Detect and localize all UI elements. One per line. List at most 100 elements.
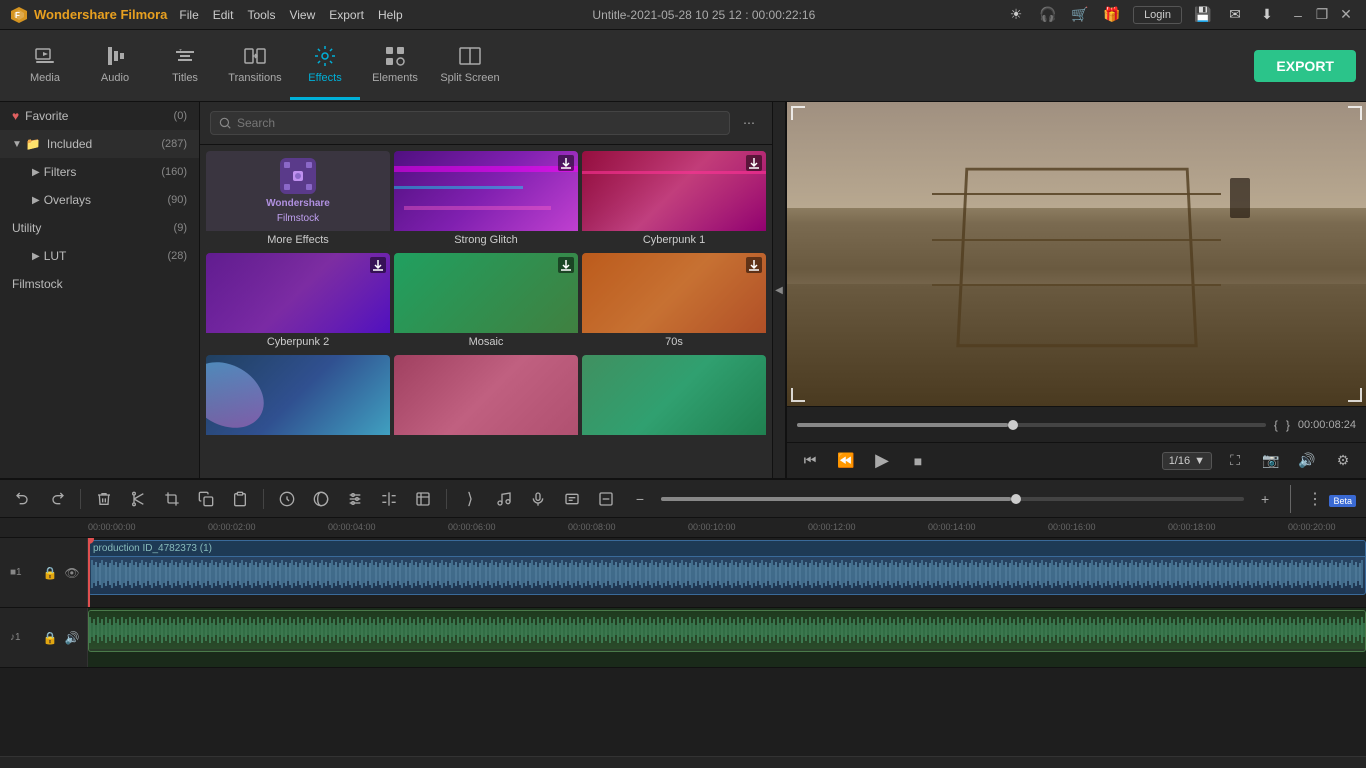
filters-arrow-icon: ▶ bbox=[32, 167, 40, 178]
toolbar-media[interactable]: Media bbox=[10, 32, 80, 100]
zoom-in-button[interactable]: + bbox=[1252, 486, 1278, 512]
menu-file[interactable]: File bbox=[179, 8, 198, 22]
toolbar-elements[interactable]: Elements bbox=[360, 32, 430, 100]
subtitle-button[interactable] bbox=[593, 486, 619, 512]
prev-frame-button[interactable]: ⏮ bbox=[797, 448, 823, 474]
toolbar-audio-label: Audio bbox=[101, 72, 129, 84]
effect-card-strong-glitch[interactable]: Strong Glitch bbox=[394, 151, 578, 249]
effect-card-70s[interactable]: 70s bbox=[582, 253, 766, 351]
toolbar-transitions[interactable]: Transitions bbox=[220, 32, 290, 100]
video-clip[interactable]: production ID_4782373 (1) bbox=[88, 540, 1366, 595]
preview-video bbox=[787, 102, 1366, 406]
redo-button[interactable] bbox=[44, 486, 70, 512]
download-icon[interactable]: ⬇ bbox=[1256, 4, 1278, 26]
speed-button[interactable] bbox=[274, 486, 300, 512]
zoom-out-button[interactable]: − bbox=[627, 486, 653, 512]
preview-progress-fill bbox=[797, 423, 1008, 427]
gift-icon[interactable]: 🎁 bbox=[1101, 4, 1123, 26]
strong-glitch-label: Strong Glitch bbox=[394, 231, 578, 249]
panel-lut[interactable]: ▶ LUT (28) bbox=[0, 242, 199, 270]
rewind-button[interactable]: ⏪ bbox=[833, 448, 859, 474]
grid-options-button[interactable]: ⋯ bbox=[736, 110, 762, 136]
headphone-icon[interactable]: 🎧 bbox=[1037, 4, 1059, 26]
zoom-slider[interactable] bbox=[661, 497, 1244, 501]
trim-button[interactable] bbox=[410, 486, 436, 512]
ruler-mark-8: 00:00:16:00 bbox=[1048, 522, 1096, 532]
color-button[interactable] bbox=[308, 486, 334, 512]
stop-button[interactable]: ■ bbox=[905, 448, 931, 474]
filters-label: Filters bbox=[44, 165, 77, 179]
toolbar-splitscreen[interactable]: Split Screen bbox=[430, 32, 510, 100]
transition-button[interactable]: ⟩ bbox=[457, 486, 483, 512]
play-button[interactable]: ▶ bbox=[869, 448, 895, 474]
message-icon[interactable]: ✉ bbox=[1224, 4, 1246, 26]
text-track-button[interactable] bbox=[559, 486, 585, 512]
toolbar-audio[interactable]: Audio bbox=[80, 32, 150, 100]
split-button[interactable] bbox=[376, 486, 402, 512]
beta-feature-button[interactable]: ⋮ Beta bbox=[1307, 489, 1356, 509]
search-input[interactable] bbox=[210, 111, 730, 135]
panel-filmstock[interactable]: Filmstock bbox=[0, 270, 199, 298]
toolbar-effects[interactable]: Effects bbox=[290, 32, 360, 100]
left-panel: ♥ Favorite (0) ▼ 📁 Included (287) ▶ Filt… bbox=[0, 102, 200, 478]
audio-waveform bbox=[89, 611, 1365, 649]
cut-button[interactable] bbox=[125, 486, 151, 512]
effect-card-more-effects[interactable]: Wondershare Filmstock More Effects bbox=[206, 151, 390, 249]
audio-mix-button[interactable] bbox=[342, 486, 368, 512]
menu-edit[interactable]: Edit bbox=[213, 8, 234, 22]
utility-count: (9) bbox=[174, 222, 187, 234]
audio-mute-button[interactable]: 🔊 bbox=[63, 629, 81, 647]
copy-button[interactable] bbox=[193, 486, 219, 512]
menu-help[interactable]: Help bbox=[378, 8, 403, 22]
audio-lock-button[interactable]: 🔒 bbox=[41, 629, 59, 647]
effect-card-cyberpunk1[interactable]: Cyberpunk 1 bbox=[582, 151, 766, 249]
screenshot-button[interactable]: 📷 bbox=[1258, 448, 1284, 474]
panel-utility[interactable]: Utility (9) bbox=[0, 214, 199, 242]
audio-track-controls: ♪1 🔒 🔊 bbox=[0, 608, 88, 667]
svg-text:F: F bbox=[15, 11, 20, 20]
export-button[interactable]: EXPORT bbox=[1254, 50, 1356, 82]
restore-button[interactable]: ❐ bbox=[1312, 5, 1332, 25]
effect-card-r3[interactable] bbox=[206, 355, 390, 441]
audio-clip[interactable] bbox=[88, 610, 1366, 652]
menu-export[interactable]: Export bbox=[329, 8, 364, 22]
undo-button[interactable] bbox=[10, 486, 36, 512]
delete-button[interactable] bbox=[91, 486, 117, 512]
menu-tools[interactable]: Tools bbox=[247, 8, 275, 22]
panel-filters[interactable]: ▶ Filters (160) bbox=[0, 158, 199, 186]
panel-favorite[interactable]: ♥ Favorite (0) bbox=[0, 102, 199, 130]
sun-icon[interactable]: ☀ bbox=[1005, 4, 1027, 26]
panel-included[interactable]: ▼ 📁 Included (287) bbox=[0, 130, 199, 158]
video-clip-waveform bbox=[89, 557, 1365, 591]
effect-card-mosaic[interactable]: Mosaic bbox=[394, 253, 578, 351]
ruler-marks-container: 00:00:00:00 00:00:02:00 00:00:04:00 00:0… bbox=[88, 518, 1366, 538]
crop-button[interactable] bbox=[159, 486, 185, 512]
timeline-scrollbar[interactable] bbox=[0, 756, 1366, 768]
settings-preview-button[interactable]: ⚙ bbox=[1330, 448, 1356, 474]
fullscreen-button[interactable]: ⛶ bbox=[1222, 448, 1248, 474]
panel-collapse-button[interactable]: ◀ bbox=[772, 102, 786, 478]
panel-overlays[interactable]: ▶ Overlays (90) bbox=[0, 186, 199, 214]
save-icon[interactable]: 💾 bbox=[1192, 4, 1214, 26]
track-lock-button[interactable]: 🔒 bbox=[41, 564, 59, 582]
effect-card-cyberpunk2[interactable]: Cyberpunk 2 bbox=[206, 253, 390, 351]
download-overlay4-icon bbox=[558, 257, 574, 273]
r4-label bbox=[394, 435, 578, 441]
track-visibility-button[interactable]: 👁 bbox=[63, 564, 81, 582]
paste-button[interactable] bbox=[227, 486, 253, 512]
effect-card-r5[interactable] bbox=[582, 355, 766, 441]
minimize-button[interactable]: – bbox=[1288, 5, 1308, 25]
toolbar-titles[interactable]: T Titles bbox=[150, 32, 220, 100]
audio-track-button[interactable] bbox=[491, 486, 517, 512]
close-button[interactable]: ✕ bbox=[1336, 5, 1356, 25]
preview-progress-bar[interactable] bbox=[797, 423, 1266, 427]
menu-view[interactable]: View bbox=[289, 8, 315, 22]
preview-out-point: } bbox=[1286, 418, 1290, 432]
mic-button[interactable] bbox=[525, 486, 551, 512]
volume-button[interactable]: 🔊 bbox=[1294, 448, 1320, 474]
effect-card-r4[interactable] bbox=[394, 355, 578, 441]
page-selector[interactable]: 1/16 ▼ bbox=[1162, 452, 1212, 470]
shop-icon[interactable]: 🛒 bbox=[1069, 4, 1091, 26]
login-button[interactable]: Login bbox=[1133, 6, 1182, 24]
download-overlay5-icon bbox=[746, 257, 762, 273]
